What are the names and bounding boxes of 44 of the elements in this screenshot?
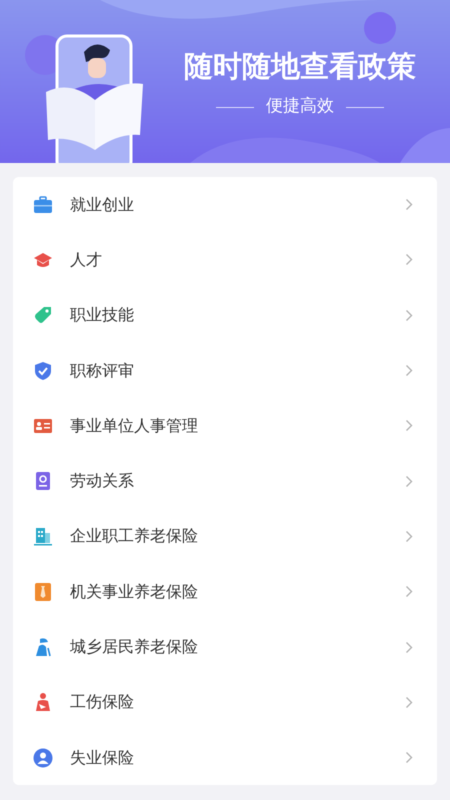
chevron-right-icon <box>405 640 413 654</box>
menu-item[interactable]: 事业单位人事管理 <box>13 398 437 454</box>
tie-icon <box>33 582 53 602</box>
chevron-right-icon <box>405 198 413 212</box>
menu-item-label: 职称评审 <box>70 360 135 382</box>
menu-item[interactable]: 工伤保险 <box>13 674 437 730</box>
chevron-right-icon <box>405 474 413 488</box>
elderly-person-icon <box>33 637 53 658</box>
person-icon <box>33 748 53 768</box>
tag-icon <box>33 305 53 326</box>
menu-item[interactable]: 失业保险 <box>13 730 437 786</box>
menu-item-label: 职业技能 <box>70 304 135 326</box>
chevron-right-icon <box>405 253 413 266</box>
building-icon <box>33 526 53 546</box>
menu-item[interactable]: 机关事业养老保险 <box>13 564 437 620</box>
chevron-right-icon <box>405 364 413 378</box>
menu-item[interactable]: 劳动关系 <box>13 453 437 509</box>
menu-item[interactable]: 企业职工养老保险 <box>13 508 437 564</box>
menu-item[interactable]: 职称评审 <box>13 342 437 398</box>
chevron-right-icon <box>405 585 413 598</box>
menu-item[interactable]: 职业技能 <box>13 288 437 343</box>
menu-item-label: 机关事业养老保险 <box>70 580 199 603</box>
briefcase-icon <box>33 194 53 215</box>
shield-check-icon <box>33 360 53 381</box>
menu-item-label: 城乡居民养老保险 <box>70 636 199 658</box>
chevron-right-icon <box>405 530 413 543</box>
badge-icon <box>33 471 53 492</box>
menu-item-label: 劳动关系 <box>70 470 135 492</box>
chevron-right-icon <box>405 419 413 432</box>
menu-item-label: 失业保险 <box>70 746 135 769</box>
menu-item-label: 就业创业 <box>70 194 135 216</box>
chevron-right-icon <box>405 696 413 709</box>
menu-item-label: 事业单位人事管理 <box>70 414 199 437</box>
menu-item-label: 人才 <box>70 248 103 271</box>
banner-title: 随时随地查看政策 <box>184 48 416 84</box>
menu-item[interactable]: 城乡居民养老保险 <box>13 619 437 675</box>
menu-item[interactable]: 就业创业 <box>13 177 437 232</box>
banner-subtitle: 便捷高效 <box>266 95 334 118</box>
injured-person-icon <box>33 692 53 712</box>
menu-item[interactable]: 人才 <box>13 232 437 288</box>
chevron-right-icon <box>405 751 413 764</box>
menu-item-label: 企业职工养老保险 <box>70 525 199 548</box>
menu-item-label: 工伤保险 <box>70 691 135 714</box>
chevron-right-icon <box>405 308 413 322</box>
